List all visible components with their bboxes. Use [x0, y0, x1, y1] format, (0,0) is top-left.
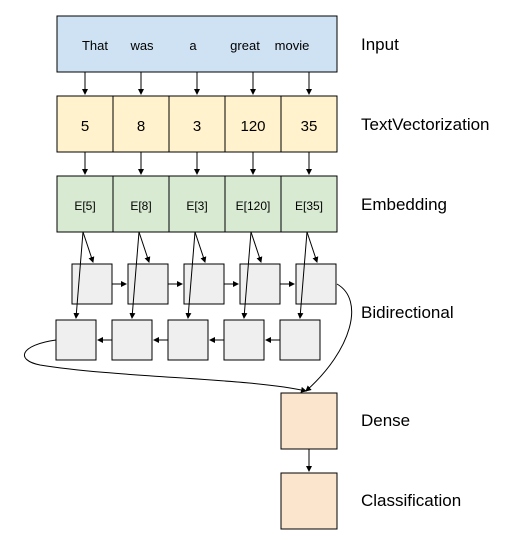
embedding-vector: E[5]: [74, 199, 95, 213]
vectorization-label: TextVectorization: [361, 115, 490, 134]
dense-box: [280, 392, 338, 450]
classification-label: Classification: [361, 491, 461, 510]
input-word: was: [129, 38, 154, 53]
dense-label: Dense: [361, 411, 410, 430]
arrow-icon: [138, 231, 151, 263]
arrow-icon: [250, 231, 263, 263]
token-value: 120: [240, 118, 265, 135]
input-word: That: [82, 38, 108, 53]
input-word: great: [230, 38, 260, 53]
bidirectional-rnn-diagram: That was a great movie 5 E[5] 8 E[8] 3 E[3] 120 E[12…: [24, 15, 490, 530]
input-label: Input: [361, 35, 399, 54]
embedding-vector: E[3]: [186, 199, 207, 213]
backward-rnn-cell: [167, 319, 209, 361]
embedding-label: Embedding: [361, 195, 447, 214]
input-word: a: [189, 38, 197, 53]
arrow-icon: [82, 231, 95, 263]
backward-rnn-cell: [111, 319, 153, 361]
token-value: 5: [81, 118, 89, 135]
embedding-vector: E[8]: [130, 199, 151, 213]
token-value: 35: [301, 118, 318, 135]
backward-rnn-cell: [55, 319, 97, 361]
backward-rnn-cell: [279, 319, 321, 361]
bidirectional-label: Bidirectional: [361, 303, 454, 322]
embedding-vector: E[35]: [295, 199, 323, 213]
embedding-vector: E[120]: [236, 199, 271, 213]
input-word: movie: [275, 38, 310, 53]
token-value: 8: [137, 118, 145, 135]
classification-box: [280, 472, 338, 530]
backward-rnn-cell: [223, 319, 265, 361]
arrow-icon: [194, 231, 207, 263]
token-value: 3: [193, 118, 201, 135]
arrow-icon: [306, 231, 319, 263]
